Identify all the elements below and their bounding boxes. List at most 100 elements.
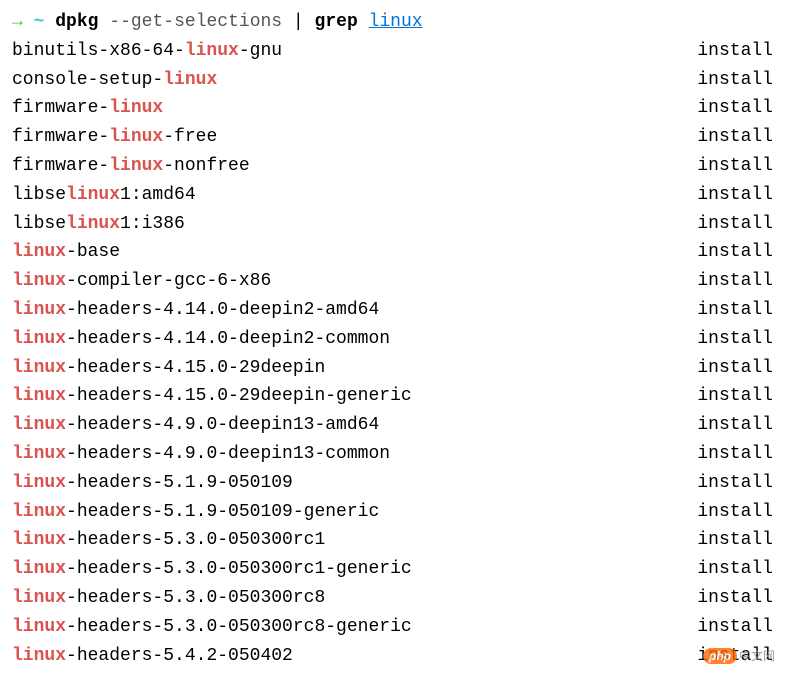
package-name: linux-headers-4.14.0-deepin2-amd64 (12, 296, 379, 325)
grep-match: linux (163, 70, 217, 90)
package-suffix: -nonfree (163, 156, 249, 176)
package-prefix: console-setup- (12, 70, 163, 90)
grep-match: linux (12, 271, 66, 291)
package-status: install (697, 94, 783, 123)
package-prefix: firmware- (12, 98, 109, 118)
output-line: linux-headers-4.14.0-deepin2-common insta… (12, 325, 783, 354)
grep-match: linux (185, 41, 239, 61)
grep-match: linux (66, 214, 120, 234)
package-suffix: -headers-5.4.2-050402 (66, 646, 293, 666)
package-name: binutils-x86-64-linux-gnu (12, 37, 282, 66)
grep-match: linux (12, 502, 66, 522)
grep-match: linux (12, 358, 66, 378)
output-line: linux-headers-4.15.0-29deepin install (12, 354, 783, 383)
package-prefix: libse (12, 214, 66, 234)
package-suffix: 1:amd64 (120, 185, 196, 205)
package-name: linux-headers-4.15.0-29deepin (12, 354, 325, 383)
package-status: install (697, 613, 783, 642)
grep-match: linux (12, 444, 66, 464)
grep-match: linux (66, 185, 120, 205)
package-suffix: -gnu (239, 41, 282, 61)
output-line: linux-compiler-gcc-6-x86 install (12, 267, 783, 296)
package-suffix: -compiler-gcc-6-x86 (66, 271, 271, 291)
package-status: install (697, 210, 783, 239)
output-line: binutils-x86-64-linux-gnu install (12, 37, 783, 66)
package-status: install (697, 123, 783, 152)
grep-match: linux (12, 300, 66, 320)
output-line: console-setup-linux install (12, 66, 783, 95)
package-name: console-setup-linux (12, 66, 217, 95)
package-name: linux-headers-5.1.9-050109 (12, 469, 293, 498)
package-name: firmware-linux (12, 94, 163, 123)
grep-match: linux (12, 473, 66, 493)
package-prefix: firmware- (12, 127, 109, 147)
output-line: linux-headers-5.1.9-050109 install (12, 469, 783, 498)
package-suffix: -headers-5.3.0-050300rc1-generic (66, 559, 412, 579)
package-name: libselinux1:amd64 (12, 181, 196, 210)
package-name: linux-headers-5.3.0-050300rc1-generic (12, 555, 412, 584)
package-name: linux-headers-5.3.0-050300rc8-generic (12, 613, 412, 642)
package-suffix: -headers-5.3.0-050300rc8 (66, 588, 325, 608)
package-status: install (697, 267, 783, 296)
output-line: linux-headers-5.3.0-050300rc8-generic ins… (12, 613, 783, 642)
pipe-symbol: | (293, 12, 304, 32)
output-line: linux-base install (12, 238, 783, 267)
grep-match: linux (12, 559, 66, 579)
package-prefix: libse (12, 185, 66, 205)
package-name: linux-headers-4.9.0-deepin13-amd64 (12, 411, 379, 440)
output-line: linux-headers-4.15.0-29deepin-genericins… (12, 382, 783, 411)
package-status: install (697, 238, 783, 267)
package-status: install (697, 37, 783, 66)
output-line: libselinux1:amd64 install (12, 181, 783, 210)
command-option: --get-selections (109, 12, 282, 32)
output-line: linux-headers-5.3.0-050300rc1install (12, 526, 783, 555)
output-line: linux-headers-5.3.0-050300rc8 install (12, 584, 783, 613)
package-status: install (697, 440, 783, 469)
grep-match: linux (109, 156, 163, 176)
package-name: firmware-linux-free (12, 123, 217, 152)
grep-match: linux (12, 242, 66, 262)
output-line: libselinux1:i386 install (12, 210, 783, 239)
grep-match: linux (12, 386, 66, 406)
grep-match: linux (109, 127, 163, 147)
package-status: install (697, 469, 783, 498)
package-suffix: -headers-4.15.0-29deepin (66, 358, 325, 378)
grep-match: linux (109, 98, 163, 118)
command-dpkg: dpkg (55, 12, 98, 32)
package-name: linux-headers-4.14.0-deepin2-common (12, 325, 390, 354)
package-status: install (697, 181, 783, 210)
watermark: php中文网 (703, 647, 775, 666)
package-status: install (697, 555, 783, 584)
package-suffix: -headers-4.14.0-deepin2-amd64 (66, 300, 379, 320)
package-suffix: -headers-4.9.0-deepin13-amd64 (66, 415, 379, 435)
grep-match: linux (12, 415, 66, 435)
package-prefix: binutils-x86-64- (12, 41, 185, 61)
output-line: firmware-linux-nonfreeinstall (12, 152, 783, 181)
package-name: linux-headers-5.3.0-050300rc8 (12, 584, 325, 613)
prompt-cwd: ~ (34, 12, 45, 32)
grep-match: linux (12, 329, 66, 349)
package-suffix: -headers-4.15.0-29deepin-generic (66, 386, 412, 406)
package-suffix: -headers-4.14.0-deepin2-common (66, 329, 390, 349)
output-line: linux-headers-4.9.0-deepin13-common insta… (12, 440, 783, 469)
watermark-badge: php (703, 648, 737, 664)
package-status: install (697, 354, 783, 383)
package-name: linux-headers-4.15.0-29deepin-generic (12, 382, 412, 411)
grep-match: linux (12, 530, 66, 550)
prompt-arrow: → (12, 12, 23, 32)
package-status: install (697, 296, 783, 325)
package-suffix: -headers-5.1.9-050109-generic (66, 502, 379, 522)
package-suffix: 1:i386 (120, 214, 185, 234)
package-suffix: -headers-4.9.0-deepin13-common (66, 444, 390, 464)
output-line: linux-headers-5.1.9-050109-genericinstal… (12, 498, 783, 527)
package-status: install (697, 325, 783, 354)
output-line: linux-headers-4.14.0-deepin2-amd64 instal… (12, 296, 783, 325)
package-name: linux-base (12, 238, 120, 267)
output-line: firmware-linux-free install (12, 123, 783, 152)
package-name: linux-headers-5.4.2-050402 (12, 642, 293, 671)
package-name: linux-headers-5.1.9-050109-generic (12, 498, 379, 527)
package-status: install (697, 584, 783, 613)
package-status: install (697, 66, 783, 95)
grep-argument: linux (369, 12, 423, 32)
package-name: linux-headers-4.9.0-deepin13-common (12, 440, 390, 469)
